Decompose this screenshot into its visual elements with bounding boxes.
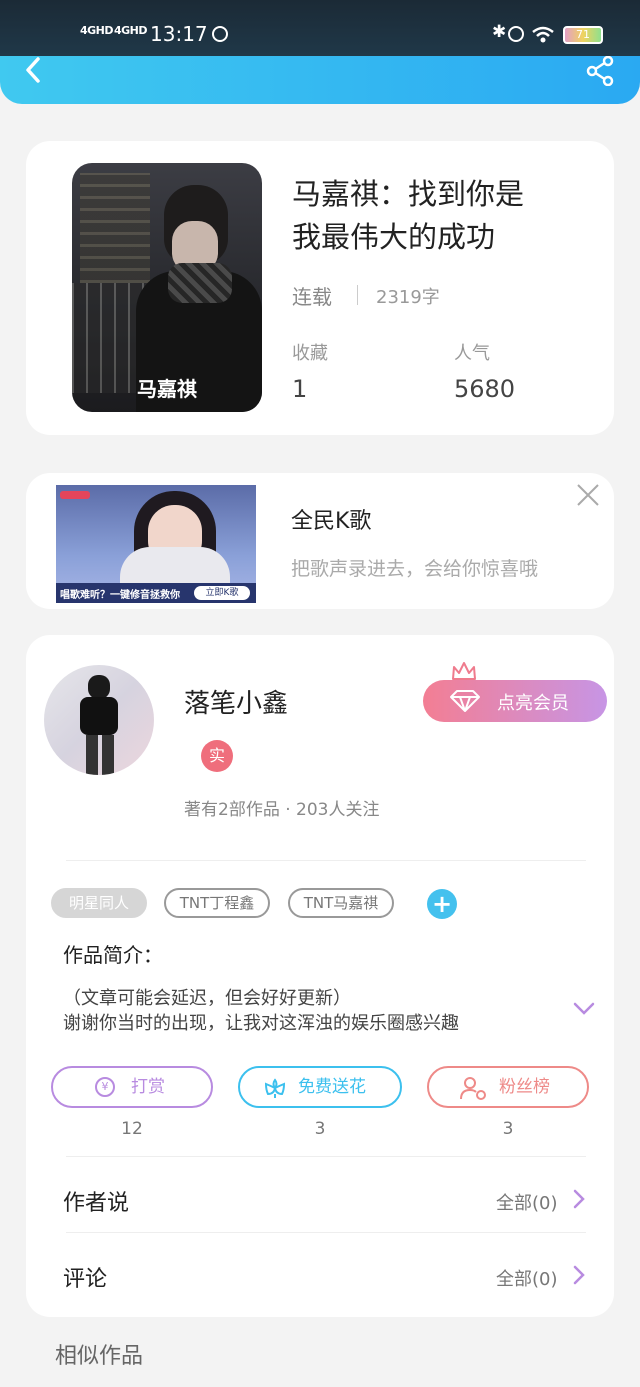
avatar[interactable] [44, 665, 154, 775]
meta-divider [357, 285, 358, 305]
tip-button[interactable]: ¥ 打赏 [51, 1066, 213, 1108]
battery-level: 71 [576, 28, 590, 41]
send-flower-button[interactable]: 免费送花 [238, 1066, 402, 1108]
tip-button-label: 打赏 [131, 1077, 165, 1097]
ad-title: 全民K歌 [291, 509, 372, 534]
cover-title: 马嘉祺 [137, 377, 197, 401]
bluetooth-icon: ✱ [492, 22, 507, 42]
similar-works-heading: 相似作品 [55, 1344, 144, 1369]
fan-ranking-label: 粉丝榜 [499, 1077, 550, 1097]
clock: 13:17 [150, 22, 208, 46]
word-count: 2319字 [376, 287, 440, 308]
author-says-row[interactable]: 作者说 全部(0) [26, 1165, 614, 1231]
intro-label: 作品简介： [63, 943, 163, 967]
author-says-all-link[interactable]: 全部(0) [496, 1189, 558, 1215]
yen-icon: ¥ [95, 1077, 115, 1097]
favorites-label: 收藏 [292, 343, 328, 364]
ad-banner-text: 唱歌难听？一键修音拯救你 [60, 590, 180, 601]
ad-card[interactable]: 唱歌难听？一键修音拯救你 立即K歌 全民K歌 把歌声录进去，会给你惊喜哦 [26, 473, 614, 609]
author-stats: 著有2部作品 · 203人关注 [184, 800, 380, 820]
popularity-count: 5680 [454, 375, 516, 403]
send-flower-label: 免费送花 [298, 1077, 366, 1097]
signal-indicator-1: 4GHD [80, 24, 114, 37]
close-icon[interactable] [576, 483, 600, 507]
book-title: 马嘉祺：找到你是 我最伟大的成功 [292, 173, 524, 259]
signal-indicator-2: 4GHD [114, 24, 148, 37]
comments-label: 评论 [63, 1267, 108, 1292]
wifi-icon [532, 26, 554, 43]
tag-chip[interactable]: TNT马嘉祺 [288, 888, 394, 918]
comments-all-link[interactable]: 全部(0) [496, 1265, 558, 1291]
book-cover[interactable]: 马嘉祺 [72, 163, 262, 412]
ad-banner-image[interactable]: 唱歌难听？一键修音拯救你 立即K歌 [56, 485, 256, 603]
diamond-icon [450, 690, 480, 712]
battery-icon: 71 [563, 26, 603, 44]
add-tag-icon[interactable]: + [427, 889, 457, 919]
verified-badge: 实 [201, 740, 233, 772]
vip-button-label: 点亮会员 [497, 693, 569, 714]
book-title-line1: 马嘉祺：找到你是 [292, 177, 525, 211]
tip-count: 12 [121, 1119, 143, 1139]
divider [66, 860, 586, 861]
data-saver-icon [212, 26, 228, 42]
divider [66, 1232, 586, 1233]
status-bar: 4GHD 4GHD 13:17 ✱ 71 [0, 0, 640, 60]
chevron-right-icon [573, 1189, 585, 1209]
fan-count: 3 [502, 1119, 514, 1139]
book-status: 连载 [292, 285, 332, 309]
chevron-right-icon [573, 1265, 585, 1285]
user-ranking-icon [460, 1077, 486, 1100]
popularity-label: 人气 [454, 343, 490, 364]
intro-line-1: （文章可能会延迟，但会好好更新） [63, 988, 351, 1009]
ad-banner-button[interactable]: 立即K歌 [194, 586, 250, 600]
intro-line-2: 谢谢你当时的出现，让我对这浑浊的娱乐圈感兴趣 [63, 1013, 459, 1034]
author-name[interactable]: 落笔小鑫 [184, 683, 288, 720]
favorites-count: 1 [292, 375, 308, 403]
flower-icon [264, 1078, 286, 1098]
flower-count: 3 [314, 1119, 326, 1139]
author-detail-card: 落笔小鑫 实 著有2部作品 · 203人关注 点亮会员 明星同人 TNT丁程鑫 … [26, 635, 614, 1317]
expand-chevron-icon[interactable] [572, 1001, 596, 1017]
divider [66, 1156, 586, 1157]
alarm-icon [508, 26, 524, 42]
vip-button[interactable]: 点亮会员 [423, 680, 607, 722]
tag-chip[interactable]: 明星同人 [51, 888, 147, 918]
ad-subtitle: 把歌声录进去，会给你惊喜哦 [291, 558, 539, 580]
crown-icon [452, 662, 476, 680]
author-says-label: 作者说 [63, 1191, 130, 1216]
book-info-card: 马嘉祺 马嘉祺：找到你是 我最伟大的成功 连载 2319字 收藏 1 人气 56… [26, 141, 614, 435]
top-nav-bar [0, 56, 640, 104]
fan-ranking-button[interactable]: 粉丝榜 [427, 1066, 589, 1108]
back-arrow-icon[interactable] [22, 56, 46, 86]
tag-chip[interactable]: TNT丁程鑫 [164, 888, 270, 918]
share-icon[interactable] [584, 56, 616, 86]
comments-row[interactable]: 评论 全部(0) [26, 1241, 614, 1307]
book-title-line2: 我最伟大的成功 [292, 220, 496, 254]
